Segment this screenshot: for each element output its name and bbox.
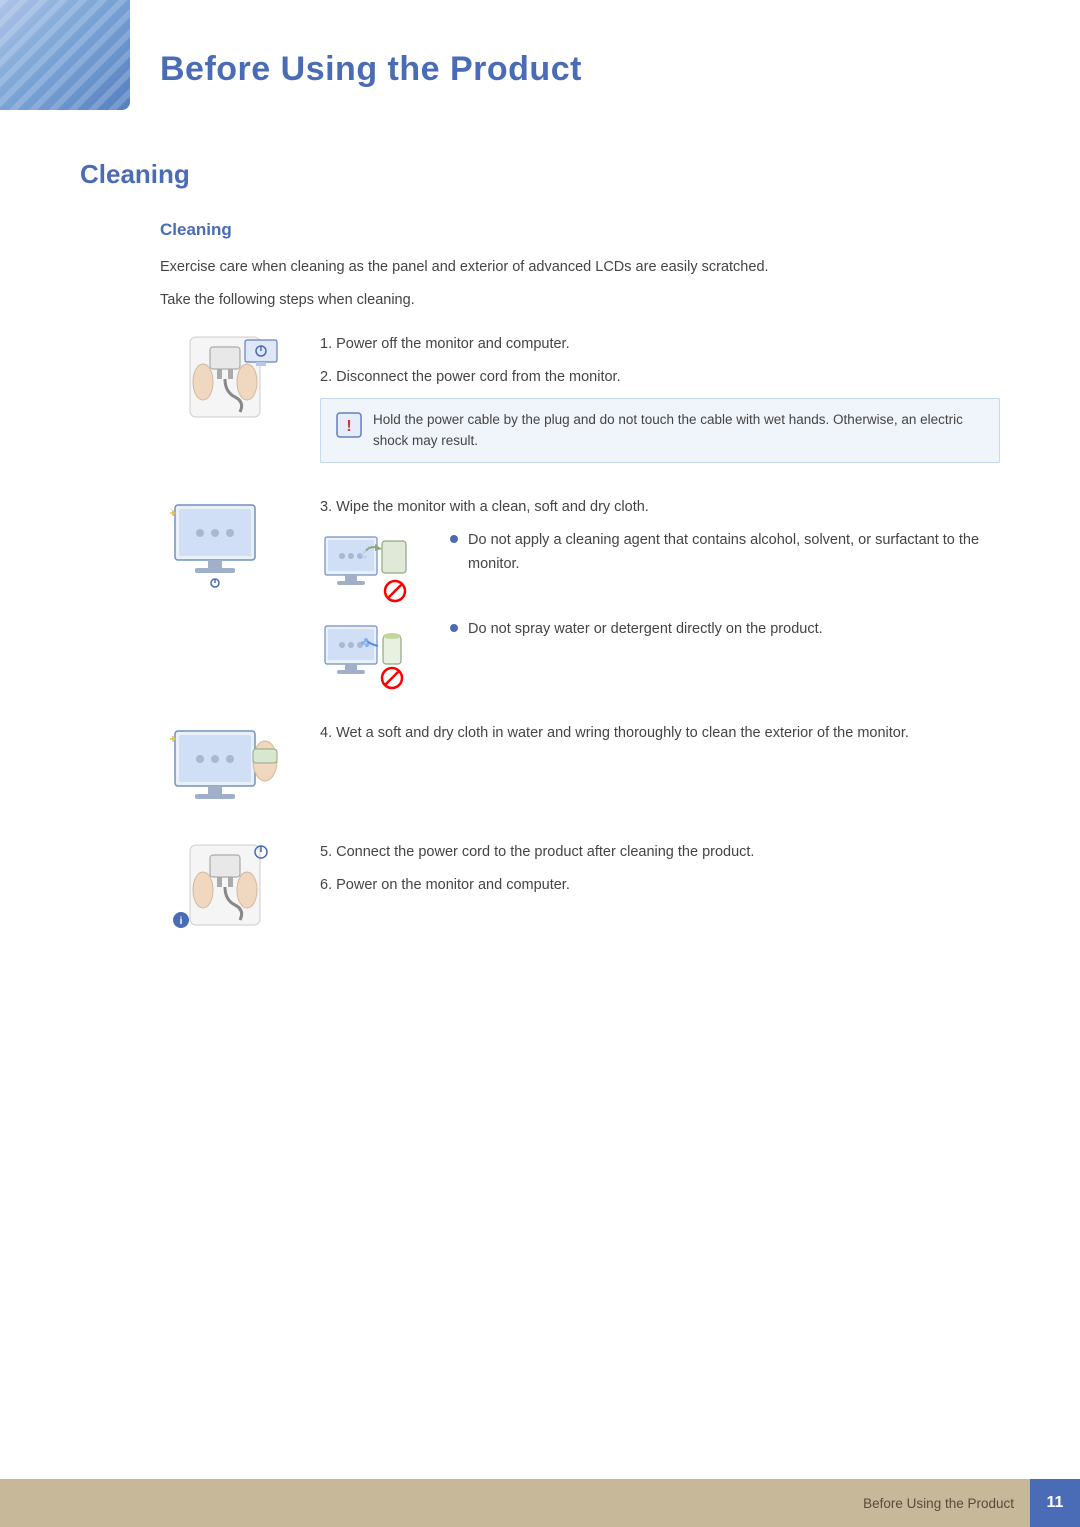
intro-line-1: Exercise care when cleaning as the panel… <box>160 256 1000 279</box>
step-content-3: 3. Wipe the monitor with a clean, soft a… <box>320 495 1000 698</box>
step-3-line-1: 3. Wipe the monitor with a clean, soft a… <box>320 495 1000 520</box>
step-image-5: i <box>160 840 290 935</box>
bullet-item-3b: Do not spray water or detergent directly… <box>450 618 823 641</box>
step-5-line-1: 5. Connect the power cord to the product… <box>320 840 1000 865</box>
step-image-1 <box>160 332 290 427</box>
page-number: 11 <box>1047 1494 1064 1512</box>
sub-step-inner-3b: Do not spray water or detergent directly… <box>320 618 1000 697</box>
power-connect-illustration: i <box>165 840 285 935</box>
step-content-1: 1. Power off the monitor and computer. 2… <box>320 332 1000 470</box>
bullet-text-3a: Do not apply a cleaning agent that conta… <box>468 529 1000 575</box>
intro-line-2: Take the following steps when cleaning. <box>160 289 1000 312</box>
page-number-badge: 11 <box>1030 1479 1080 1527</box>
page-title: Before Using the Product <box>160 30 1080 99</box>
step-content-5: 5. Connect the power cord to the product… <box>320 840 1000 905</box>
bullet-item-3a: Do not apply a cleaning agent that conta… <box>450 529 1000 575</box>
svg-text:!: ! <box>346 418 351 435</box>
section-title: Cleaning <box>80 159 1000 190</box>
power-cord-illustration <box>165 332 285 427</box>
step-block-4: 4. Wet a soft and dry cloth in water and… <box>160 721 1000 816</box>
step-block-3: 3. Wipe the monitor with a clean, soft a… <box>160 495 1000 698</box>
steps-container: 1. Power off the monitor and computer. 2… <box>160 332 1000 935</box>
footer-text: Before Using the Product <box>863 1496 1030 1511</box>
step-block-1: 1. Power off the monitor and computer. 2… <box>160 332 1000 470</box>
step-4-line-1: 4. Wet a soft and dry cloth in water and… <box>320 721 1000 746</box>
warning-icon-1: ! <box>335 411 363 439</box>
sub-step-image-3a <box>320 529 430 608</box>
page-header: Before Using the Product <box>0 0 1080 119</box>
bullet-dot-3b <box>450 624 458 632</box>
bullet-content-3b: Do not spray water or detergent directly… <box>450 618 823 651</box>
no-water-spray-illustration <box>320 618 420 693</box>
bullet-text-3b: Do not spray water or detergent directly… <box>468 618 823 641</box>
sub-step-inner-3a: Do not apply a cleaning agent that conta… <box>320 529 1000 608</box>
step-1-line-1: 1. Power off the monitor and computer. <box>320 332 1000 357</box>
step-image-3 <box>160 495 290 590</box>
step-block-5: i 5. Connect the power cord to the produ… <box>160 840 1000 935</box>
warning-text-1: Hold the power cable by the plug and do … <box>373 409 985 452</box>
sub-section-title: Cleaning <box>160 220 1000 240</box>
no-cleaning-agent-illustration <box>320 529 420 604</box>
step-image-4 <box>160 721 290 816</box>
header-stripe-decoration <box>0 0 130 110</box>
bullet-dot-3a <box>450 535 458 543</box>
sub-step-image-3b <box>320 618 430 697</box>
svg-text:i: i <box>180 916 183 927</box>
step-5-line-2: 6. Power on the monitor and computer. <box>320 873 1000 898</box>
wet-cloth-illustration <box>165 721 285 816</box>
wipe-monitor-illustration <box>165 495 285 590</box>
sub-step-block-3a: Do not apply a cleaning agent that conta… <box>320 529 1000 608</box>
page-footer: Before Using the Product 11 <box>0 1479 1080 1527</box>
step-content-4: 4. Wet a soft and dry cloth in water and… <box>320 721 1000 754</box>
main-content: Cleaning Cleaning Exercise care when cle… <box>0 129 1080 1039</box>
bullet-content-3a: Do not apply a cleaning agent that conta… <box>450 529 1000 585</box>
header-accent-blue <box>0 0 130 110</box>
warning-sign-icon: ! <box>335 411 363 439</box>
warning-box-1: ! Hold the power cable by the plug and d… <box>320 398 1000 463</box>
step-1-line-2: 2. Disconnect the power cord from the mo… <box>320 365 1000 390</box>
sub-step-block-3b: Do not spray water or detergent directly… <box>320 618 1000 697</box>
